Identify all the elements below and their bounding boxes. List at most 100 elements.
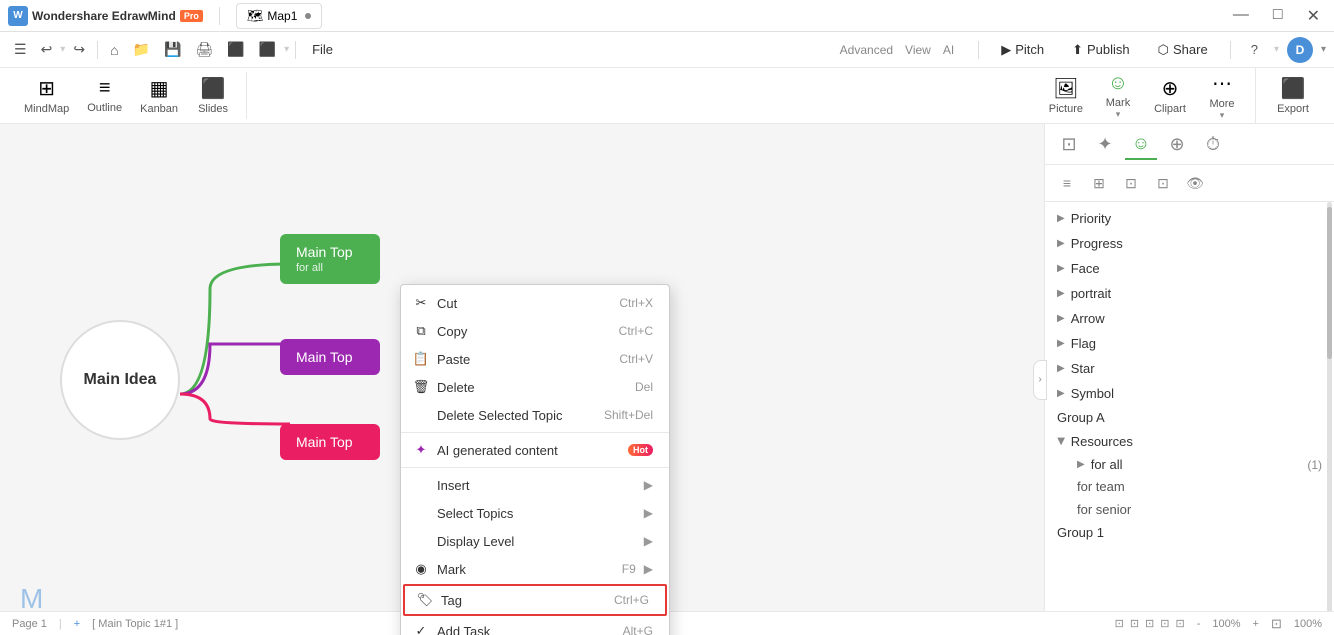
save-button[interactable]: 💾 [158,37,187,62]
menu-sep-4 [1230,41,1231,59]
panel-sub-eye[interactable]: 👁 [1181,169,1209,197]
undo-button[interactable]: ↩ [35,37,59,62]
share-button[interactable]: ⬡ Share [1148,38,1218,62]
node-green-1[interactable]: Main Top for all [280,234,380,284]
minimize-button[interactable]: — [1227,4,1255,28]
panel-sub-share[interactable]: ⊡ [1149,169,1177,197]
panel-row-arrow[interactable]: ▶ Arrow [1045,306,1334,331]
panel-tab-task[interactable]: ⊕ [1161,128,1193,160]
ctx-mark-label: Mark [437,562,614,577]
node-purple-2[interactable]: Main Top [280,339,380,375]
ai-tab[interactable]: AI [943,43,954,57]
ctx-cut[interactable]: ✂ Cut Ctrl+X [401,289,669,317]
kanban-label: Kanban [140,103,178,115]
publish-button[interactable]: ⬆ Publish [1062,38,1140,62]
ctx-delete-label: Delete [437,380,627,395]
menu-sep-3 [978,41,979,59]
sidebar-toggle[interactable]: ☰ [8,37,33,62]
panel-for-all-row[interactable]: ▶ for all (1) [1045,454,1334,475]
ctx-delete-topic[interactable]: Delete Selected Topic Shift+Del [401,401,669,429]
tab-map1[interactable]: 🗺 Map1 [236,3,323,29]
panel-tab-ai[interactable]: ✦ [1089,128,1121,160]
slides-tool[interactable]: ⬛ Slides [188,72,238,119]
face-label: Face [1071,261,1322,276]
kanban-icon: ▦ [150,76,169,101]
advanced-tab[interactable]: Advanced [840,43,893,57]
help-button[interactable]: ? [1243,38,1266,61]
panel-for-team[interactable]: for team [1045,475,1334,498]
more-tool[interactable]: ⋯ More ▾ [1197,67,1247,125]
ctx-tag[interactable]: 🏷 Tag Ctrl+G [403,584,667,616]
status-add-page[interactable]: + [74,618,80,630]
main-idea-node[interactable]: Main Idea [60,320,180,440]
export-tool[interactable]: ⬛ Export [1268,72,1318,119]
panel-sub-tabs: ≡ ⊞ ⊡ ⊡ 👁 [1045,165,1334,202]
panel-scrollbar[interactable] [1327,202,1332,635]
node-label-3: Main Top [296,434,364,450]
panel-sub-list[interactable]: ≡ [1053,169,1081,197]
outline-tool[interactable]: ≡ Outline [79,73,130,118]
picture-tool[interactable]: 🖼 Picture [1041,72,1091,119]
pitch-button[interactable]: ▶ Pitch [991,38,1054,62]
status-icon-1[interactable]: ⊡ [1115,617,1124,630]
ctx-ai[interactable]: ✦ AI generated content Hot [401,436,669,464]
flag-chevron: ▶ [1057,338,1065,349]
ctx-insert[interactable]: Insert ▶ [401,471,669,499]
panel-tab-time[interactable]: ⏱ [1197,128,1229,160]
canvas-area[interactable]: Main Idea Main Top for all Main Top Main… [0,124,1044,635]
open-button[interactable]: 📁 [127,37,156,62]
panel-row-progress[interactable]: ▶ Progress [1045,231,1334,256]
node-pink-3[interactable]: Main Top [280,424,380,460]
panel-tab-format[interactable]: ⊡ [1053,128,1085,160]
export-menu-button[interactable]: ⬛ [221,37,250,62]
ctx-display-level[interactable]: Display Level ▶ [401,527,669,555]
ctx-select-topics[interactable]: Select Topics ▶ [401,499,669,527]
menu-file[interactable]: File [302,38,343,61]
panel-collapse-button[interactable]: › [1033,360,1047,400]
maximize-button[interactable]: □ [1267,4,1289,28]
print-button[interactable]: 🖨 [189,37,219,62]
user-avatar[interactable]: D [1287,37,1313,63]
ctx-mark[interactable]: ◉ Mark F9 ▶ [401,555,669,583]
panel-row-symbol[interactable]: ▶ Symbol [1045,381,1334,406]
close-button[interactable]: ✕ [1301,4,1326,28]
mark-arrow: ▶ [644,562,653,576]
panel-row-star[interactable]: ▶ Star [1045,356,1334,381]
view-mode-group: ⊞ MindMap ≡ Outline ▦ Kanban ⬛ Slides [8,72,247,119]
ctx-copy[interactable]: ⧉ Copy Ctrl+C [401,317,669,345]
panel-sub-grid[interactable]: ⊞ [1085,169,1113,197]
panel-sub-resize[interactable]: ⊡ [1117,169,1145,197]
mindmap-tool[interactable]: ⊞ MindMap [16,72,77,119]
panel-row-resources[interactable]: ▶ Resources [1045,429,1334,454]
more-icon: ⋯ [1212,71,1232,96]
panel-for-senior[interactable]: for senior [1045,498,1334,521]
menu-right: Advanced View AI ▶ Pitch ⬆ Publish ⬡ Sha… [840,37,1326,63]
ctx-delete[interactable]: 🗑 Delete Del [401,373,669,401]
redo-button[interactable]: ↪ [67,37,91,62]
panel-tab-mark[interactable]: ☺ [1125,128,1157,160]
status-icon-4[interactable]: ⊡ [1160,617,1169,630]
status-icon-3[interactable]: ⊡ [1145,617,1154,630]
ctx-paste[interactable]: 📋 Paste Ctrl+V [401,345,669,373]
view-tab[interactable]: View [905,43,931,57]
status-zoom-in[interactable]: + [1253,618,1259,630]
ctx-add-task[interactable]: ✓ Add Task Alt+G [401,617,669,635]
panel-row-portrait[interactable]: ▶ portrait [1045,281,1334,306]
insert-arrow: ▶ [644,478,653,492]
status-icon-5[interactable]: ⊡ [1175,617,1184,630]
status-fit[interactable]: ⊡ [1271,616,1282,632]
panel-row-face[interactable]: ▶ Face [1045,256,1334,281]
mindmap-icon: ⊞ [38,76,55,101]
kanban-tool[interactable]: ▦ Kanban [132,72,186,119]
panel-content: ▶ Priority ▶ Progress ▶ Face ▶ portrait … [1045,202,1334,635]
home-button[interactable]: ⌂ [104,38,124,62]
mark-tool[interactable]: ☺ Mark ▾ [1093,68,1143,124]
share-icon: ⬡ [1158,42,1169,58]
status-icon-2[interactable]: ⊡ [1130,617,1139,630]
panel-row-flag[interactable]: ▶ Flag [1045,331,1334,356]
panel-row-priority[interactable]: ▶ Priority [1045,206,1334,231]
export-icon: ⬛ [1281,76,1306,101]
status-zoom-out[interactable]: - [1197,618,1201,630]
clipart-tool[interactable]: ⊕ Clipart [1145,72,1195,119]
import-button[interactable]: ⬛ [253,37,282,62]
